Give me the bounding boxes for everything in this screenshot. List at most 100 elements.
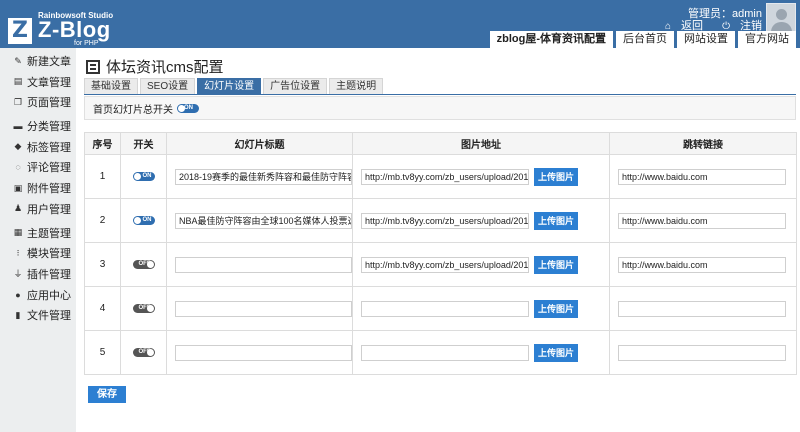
sidebar-item-themes[interactable]: ▦ 主题管理: [0, 223, 76, 243]
row-switch-cell: ON: [120, 154, 167, 199]
col-header-title: 幻灯片标题: [166, 132, 353, 155]
tab-basic[interactable]: 基础设置: [84, 78, 138, 95]
row-title-cell: 2018-19赛季的最佳新秀阵容和最佳防守阵容均: [166, 154, 353, 199]
table-row: 2 ON NBA最佳防守阵容由全球100名媒体人投票选出 http://mb.t…: [84, 198, 797, 243]
link-url-input[interactable]: http://www.baidu.com: [618, 168, 786, 185]
sidebar-item-label: 主题管理: [27, 227, 71, 240]
image-url-input[interactable]: http://mb.tv8yy.com/zb_users/upload/2019…: [361, 256, 529, 273]
row-switch-cell: OFF: [120, 286, 167, 331]
sidebar-item-label: 应用中心: [27, 289, 71, 302]
page-title: 体坛资讯cms配置: [106, 59, 224, 76]
row-switch-toggle[interactable]: OFF: [132, 303, 155, 313]
slide-title-input[interactable]: 2018-19赛季的最佳新秀阵容和最佳防守阵容均: [175, 168, 352, 185]
row-link-cell: [609, 286, 797, 331]
sidebar-item-tags[interactable]: ◆ 标签管理: [0, 137, 76, 157]
sidebar-item-label: 文章管理: [27, 76, 71, 89]
slide-title-input[interactable]: [175, 300, 352, 317]
avatar[interactable]: [766, 3, 796, 33]
row-link-cell: http://www.baidu.com: [609, 154, 797, 199]
top-nav-site-settings[interactable]: 网站设置: [677, 31, 735, 48]
sidebar-item-label: 附件管理: [27, 183, 71, 196]
sidebar-item-users[interactable]: ♟ 用户管理: [0, 199, 76, 219]
page-header: 体坛资讯cms配置: [86, 56, 224, 77]
sidebar-item-posts[interactable]: ▤ 文章管理: [0, 72, 76, 92]
upload-image-button[interactable]: 上传图片: [534, 299, 579, 318]
image-url-input[interactable]: [361, 344, 529, 361]
row-switch-cell: OFF: [120, 242, 167, 287]
logo-name-text: Z-Blog: [38, 17, 111, 42]
table-row: 3 OFF http://mb.tv8yy.com/zb_users/uploa…: [84, 242, 797, 287]
tag-icon: ◆: [14, 141, 22, 152]
row-switch-toggle[interactable]: OFF: [132, 259, 155, 269]
folder-icon: ▬: [13, 121, 23, 132]
slide-title-input[interactable]: [175, 256, 352, 273]
image-url-input[interactable]: http://mb.tv8yy.com/zb_users/upload/2019…: [361, 212, 529, 229]
link-url-input[interactable]: [618, 344, 786, 361]
link-url-input[interactable]: [618, 300, 786, 317]
upload-image-button[interactable]: 上传图片: [534, 211, 579, 230]
sidebar-item-pages[interactable]: ❐ 页面管理: [0, 92, 76, 112]
top-nav-dashboard[interactable]: 后台首页: [616, 31, 674, 48]
link-url-input[interactable]: http://www.baidu.com: [618, 212, 786, 229]
tab-slides[interactable]: 幻灯片设置: [197, 78, 262, 95]
row-image-cell: http://mb.tv8yy.com/zb_users/upload/2019…: [352, 242, 610, 287]
top-nav-official-site[interactable]: 官方网站: [738, 31, 796, 48]
upload-image-button[interactable]: 上传图片: [534, 343, 579, 362]
settings-tabs: 基础设置 SEO设置 幻灯片设置 广告位设置 主题说明: [84, 78, 384, 95]
row-link-cell: http://www.baidu.com: [609, 198, 797, 243]
sidebar-item-label: 页面管理: [27, 97, 71, 110]
col-header-image: 图片地址: [352, 132, 610, 155]
copy-icon: ❐: [13, 96, 23, 107]
tab-theme-info[interactable]: 主题说明: [329, 78, 384, 95]
top-nav-plugin-config[interactable]: zblog屋-体育资讯配置: [489, 31, 613, 48]
top-nav: zblog屋-体育资讯配置 后台首页 网站设置 官方网站: [489, 31, 796, 48]
cloud-icon: ●: [15, 289, 21, 300]
upload-image-button[interactable]: 上传图片: [534, 167, 579, 186]
module-icon: ⁝: [16, 247, 20, 258]
sidebar-item-new-post[interactable]: ✎ 新建文章: [0, 51, 76, 71]
row-num: 2: [84, 198, 121, 243]
table-row: 1 ON 2018-19赛季的最佳新秀阵容和最佳防守阵容均 http://mb.…: [84, 154, 797, 199]
save-button[interactable]: 保存: [88, 386, 126, 403]
tab-ads[interactable]: 广告位设置: [263, 78, 328, 95]
master-switch-toggle[interactable]: ON: [177, 103, 199, 113]
row-switch-cell: OFF: [120, 330, 167, 375]
table-row: 4 OFF 上传图片: [84, 286, 797, 331]
zblog-logo[interactable]: Z Rainbowsoft Studio Z-Blog for PHP: [8, 8, 132, 47]
sidebar-item-files[interactable]: ▮ 文件管理: [0, 305, 76, 325]
row-title-cell: [166, 330, 353, 375]
table-header-row: 序号 开关 幻灯片标题 图片地址 跳转链接: [84, 132, 797, 155]
inbox-icon: ▣: [13, 182, 23, 193]
sidebar-item-attachments[interactable]: ▣ 附件管理: [0, 178, 76, 198]
slides-table: 序号 开关 幻灯片标题 图片地址 跳转链接 1 ON 2018-19赛季的最佳新…: [84, 132, 797, 375]
z-logo-icon: Z: [8, 18, 32, 44]
sidebar-item-categories[interactable]: ▬ 分类管理: [0, 116, 76, 136]
sidebar-item-label: 分类管理: [27, 121, 71, 134]
sidebar-item-comments[interactable]: ◌ 评论管理: [0, 157, 76, 177]
image-url-input[interactable]: [361, 300, 529, 317]
row-image-cell: 上传图片: [352, 286, 610, 331]
col-header-num: 序号: [84, 132, 121, 155]
row-image-cell: 上传图片: [352, 330, 610, 375]
sidebar-item-plugins[interactable]: ⏚ 插件管理: [0, 264, 76, 284]
upload-image-button[interactable]: 上传图片: [534, 255, 579, 274]
link-url-input[interactable]: http://www.baidu.com: [618, 256, 786, 273]
master-switch-label: 首页幻灯片总开关: [93, 104, 173, 116]
image-url-input[interactable]: http://mb.tv8yy.com/zb_users/upload/2019…: [361, 168, 529, 185]
row-num: 5: [84, 330, 121, 375]
master-switch-row: 首页幻灯片总开关 ON: [84, 96, 796, 120]
row-switch-toggle[interactable]: OFF: [132, 347, 155, 357]
sidebar-item-app-center[interactable]: ● 应用中心: [0, 285, 76, 305]
col-header-link: 跳转链接: [609, 132, 797, 155]
user-info: 管理员：admin ⌂ 返回 ⏻ 注销: [649, 8, 762, 33]
sidebar-item-modules[interactable]: ⁝ 模块管理: [0, 243, 76, 263]
slide-title-input[interactable]: [175, 344, 352, 361]
window-icon: [86, 59, 100, 74]
logo-for-text: for PHP: [74, 40, 99, 47]
row-switch-toggle[interactable]: ON: [132, 215, 155, 225]
slide-title-input[interactable]: NBA最佳防守阵容由全球100名媒体人投票选出: [175, 212, 352, 229]
sidebar-item-label: 新建文章: [27, 56, 71, 68]
row-num: 4: [84, 286, 121, 331]
row-switch-toggle[interactable]: ON: [132, 171, 155, 181]
tab-seo[interactable]: SEO设置: [140, 78, 196, 95]
